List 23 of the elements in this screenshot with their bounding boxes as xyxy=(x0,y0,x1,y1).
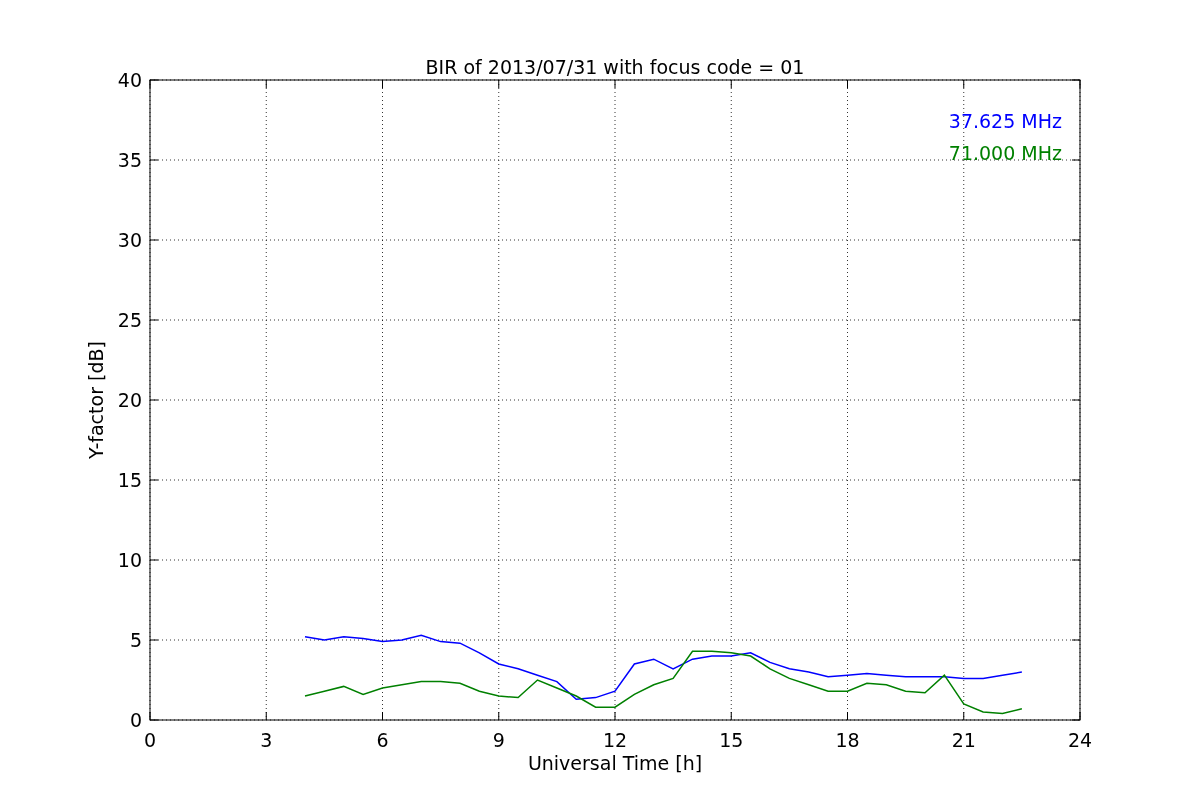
y-tick-label: 30 xyxy=(117,229,142,251)
y-tick-label: 35 xyxy=(117,149,142,171)
x-tick-label: 12 xyxy=(602,729,628,751)
x-tick-label: 6 xyxy=(376,729,389,751)
x-tick-label: 24 xyxy=(1067,729,1093,751)
y-tick-label: 10 xyxy=(117,549,142,571)
x-axis-label: Universal Time [h] xyxy=(527,752,703,774)
y-tick-label: 15 xyxy=(117,469,142,491)
legend-label: 71.000 MHz xyxy=(948,142,1062,164)
x-tick-label: 0 xyxy=(143,729,157,751)
x-tick-label: 15 xyxy=(719,729,744,751)
y-tick-label: 25 xyxy=(117,309,142,331)
y-tick-label: 0 xyxy=(129,709,142,731)
chart-title: BIR of 2013/07/31 with focus code = 01 xyxy=(425,56,805,78)
y-tick-label: 5 xyxy=(129,629,142,651)
y-tick-label: 20 xyxy=(117,389,142,411)
y-tick-label: 40 xyxy=(117,69,142,91)
x-tick-label: 3 xyxy=(260,729,273,751)
y-axis-label: Y-factor [dB] xyxy=(85,341,107,459)
x-tick-label: 21 xyxy=(951,729,976,751)
legend-label: 37.625 MHz xyxy=(948,110,1062,132)
x-tick-label: 18 xyxy=(835,729,860,751)
x-tick-label: 9 xyxy=(492,729,505,751)
